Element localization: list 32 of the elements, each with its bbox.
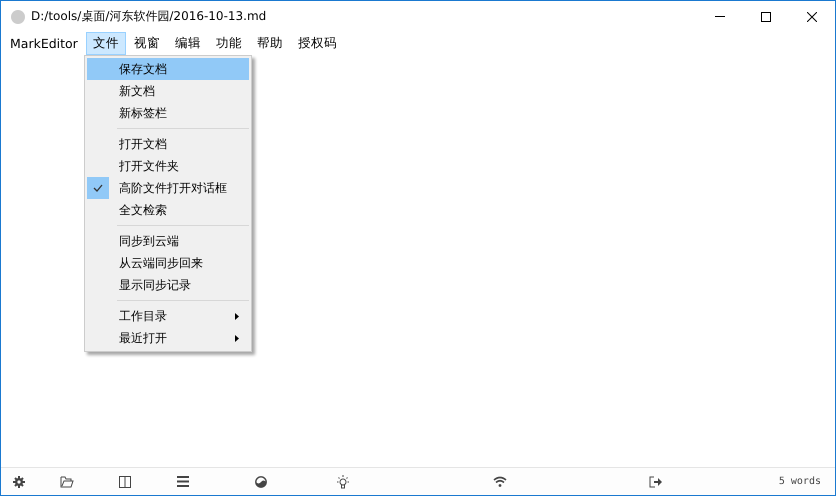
menu-bar-item[interactable]: 编辑 [168,32,208,54]
window-title: D:/tools/桌面/河东软件园/2016-10-13.md [31,8,268,25]
folder-icon[interactable] [60,474,74,488]
menu-bar-item[interactable]: 帮助 [250,32,290,54]
menu-item[interactable]: 高阶文件打开对话框 [87,177,249,199]
close-icon[interactable] [807,12,817,22]
menu-item[interactable]: 打开文件夹 [87,155,249,177]
menu-item[interactable]: 显示同步记录 [87,274,249,296]
menu-bar-item[interactable]: 视窗 [126,32,167,54]
app-icon [11,10,25,24]
word-count: 5 words [778,476,821,487]
menu-icon[interactable] [176,474,190,488]
menu-item[interactable]: 打开文档 [87,133,249,155]
menu-item[interactable]: 工作目录 [87,305,249,327]
half-circle-icon[interactable] [254,474,268,488]
menu-item[interactable]: 新文档 [87,80,249,102]
menu-bar-item[interactable]: 文件 [86,32,126,54]
columns-icon[interactable] [118,474,132,488]
maximize-icon[interactable] [761,12,771,22]
menu-item[interactable]: 同步到云端 [87,230,249,252]
wifi-icon[interactable] [493,474,507,488]
export-icon[interactable] [649,474,663,488]
menu-item[interactable]: 最近打开 [87,327,249,349]
menu-item[interactable]: 保存文档 [87,58,249,80]
settings-icon[interactable] [12,474,26,488]
menu-item[interactable]: 全文检索 [87,199,249,221]
menu-item[interactable]: 从云端同步回来 [87,252,249,274]
menu-bar-item[interactable]: MarkEditor [3,32,85,54]
menu-bar-item[interactable]: 授权码 [290,32,344,54]
menu-item[interactable]: 新标签栏 [87,102,249,124]
menu-bar-item[interactable]: 功能 [208,32,249,54]
lightbulb-icon[interactable] [336,474,350,488]
